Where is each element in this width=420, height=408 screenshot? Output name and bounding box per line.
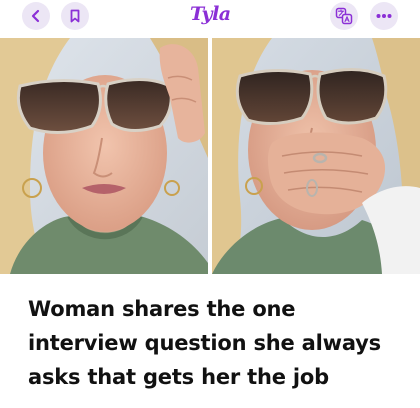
top-bar: Tyla — [0, 0, 420, 34]
translate-icon — [335, 7, 353, 25]
hero-images — [0, 38, 420, 274]
bookmark-icon — [70, 9, 80, 23]
back-button[interactable] — [22, 2, 50, 30]
photo-woman-covering-mouth — [212, 38, 420, 274]
chevron-left-icon — [31, 9, 40, 23]
article-headline[interactable]: Woman shares the one interview question … — [28, 292, 398, 394]
photo-woman-glasses-touching-frame — [0, 38, 208, 274]
more-button[interactable] — [370, 2, 398, 30]
brand-logo[interactable]: Tyla — [190, 3, 231, 27]
bookmark-button[interactable] — [61, 2, 89, 30]
more-dots-icon — [376, 14, 392, 18]
translate-button[interactable] — [330, 2, 358, 30]
